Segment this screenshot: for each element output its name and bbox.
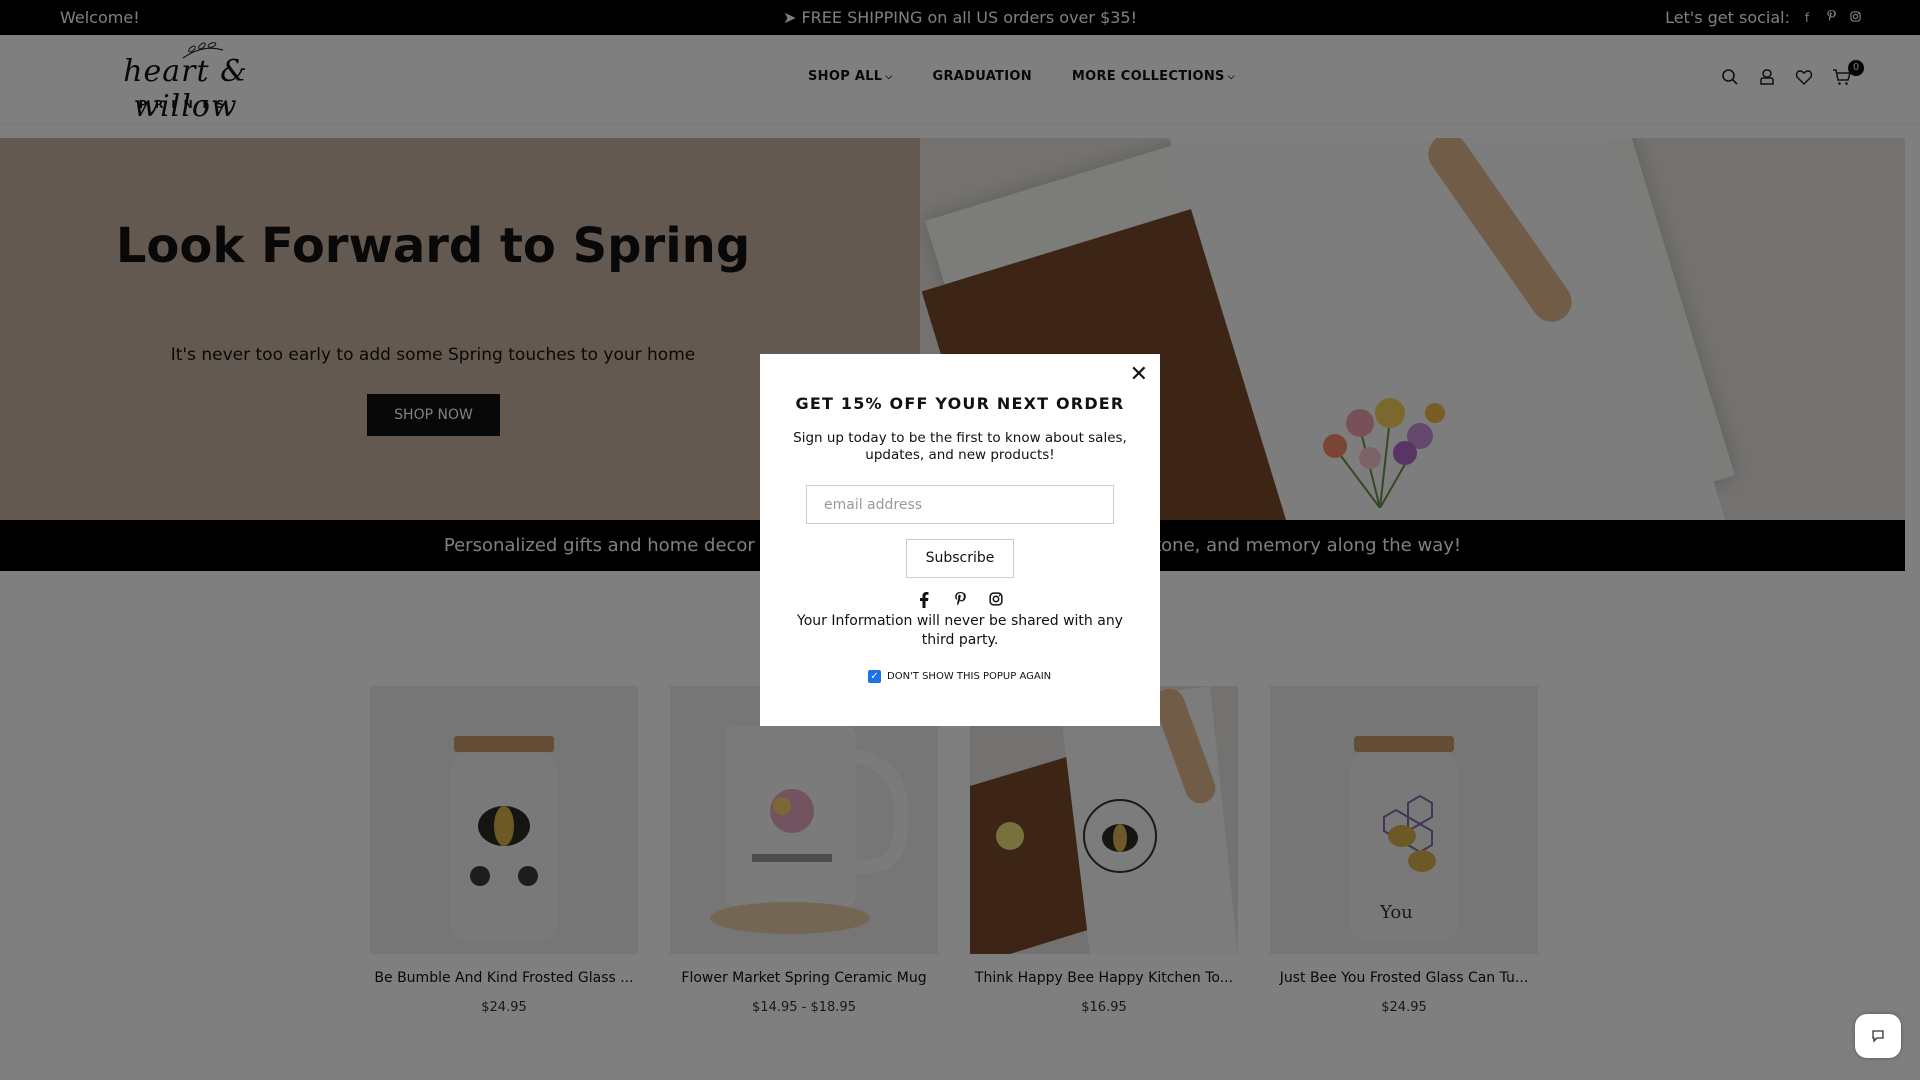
email-field[interactable] [806,485,1114,524]
checkmark-icon[interactable]: ✓ [868,670,881,683]
chat-icon [1872,1030,1884,1043]
close-icon[interactable]: ✕ [1130,364,1148,386]
chat-button[interactable] [1855,1014,1901,1058]
instagram-icon[interactable] [987,592,1005,610]
privacy-note: Your Information will never be shared wi… [797,613,1123,648]
facebook-icon[interactable] [915,592,933,610]
popup-title: GET 15% OFF YOUR NEXT ORDER [795,394,1125,413]
subscribe-button[interactable]: Subscribe [906,539,1014,578]
popup-social-links [760,592,1160,610]
newsletter-popup: ✕ GET 15% OFF YOUR NEXT ORDER Sign up to… [760,354,1160,726]
dont-show-again-checkbox[interactable]: ✓ DON'T SHOW THIS POPUP AGAIN [868,670,1051,683]
pinterest-icon[interactable] [951,592,969,610]
popup-description: Sign up today to be the first to know ab… [793,430,1127,463]
dont-show-again-label: DON'T SHOW THIS POPUP AGAIN [887,671,1052,682]
